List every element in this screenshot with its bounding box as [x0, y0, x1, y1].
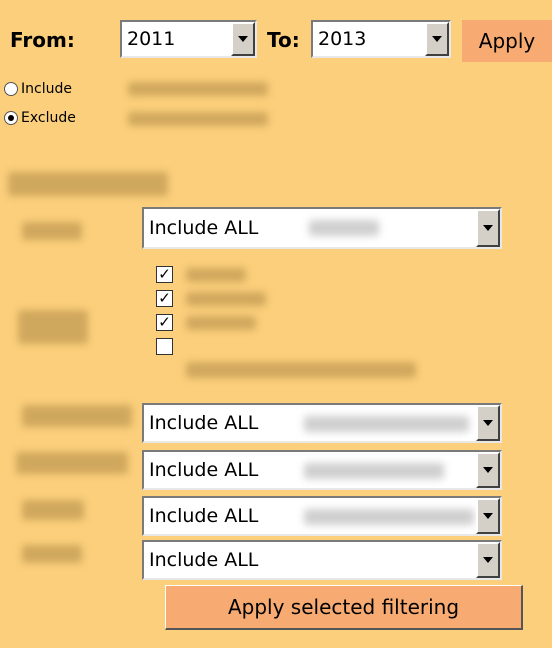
- chevron-down-icon[interactable]: [476, 452, 500, 488]
- redacted-section-heading: [8, 172, 168, 196]
- checkbox-3[interactable]: ✓: [156, 314, 173, 331]
- filter-select-4[interactable]: Include ALL: [142, 496, 502, 536]
- redacted-filter-label: [22, 405, 132, 427]
- redacted-text: [128, 112, 268, 126]
- chevron-down-icon[interactable]: [476, 542, 500, 578]
- redacted-filter-label: [18, 310, 88, 344]
- filter-select-4-value: Include ALL: [149, 505, 259, 527]
- filter-select-1-value: Include ALL: [149, 217, 259, 239]
- from-label: From:: [10, 28, 75, 52]
- include-option[interactable]: Include: [4, 79, 72, 99]
- exclude-option[interactable]: Exclude: [4, 108, 76, 128]
- apply-selected-filtering-button[interactable]: Apply selected filtering: [165, 585, 523, 630]
- chevron-down-icon[interactable]: [476, 498, 500, 534]
- filter-select-5[interactable]: Include ALL: [142, 540, 502, 580]
- filter-select-2-value: Include ALL: [149, 412, 259, 434]
- checkbox-1[interactable]: ✓: [156, 266, 173, 283]
- filter-select-2[interactable]: Include ALL: [142, 403, 502, 443]
- exclude-label: Exclude: [21, 110, 76, 126]
- chevron-down-icon[interactable]: [231, 22, 255, 56]
- include-label: Include: [21, 81, 72, 97]
- redacted-filter-label: [16, 452, 128, 474]
- from-year-value: 2011: [127, 28, 176, 50]
- filter-select-1[interactable]: Include ALL: [142, 207, 502, 249]
- redacted-option: [186, 316, 256, 330]
- chevron-down-icon[interactable]: [476, 209, 500, 247]
- include-radio[interactable]: [4, 82, 18, 96]
- redacted-option: [186, 268, 246, 282]
- to-year-value: 2013: [318, 28, 367, 50]
- filter-select-3-value: Include ALL: [149, 459, 259, 481]
- redacted-filter-label: [22, 545, 82, 563]
- filter-select-5-value: Include ALL: [149, 549, 259, 571]
- redacted-value: [304, 463, 444, 479]
- redacted-filter-label: [22, 500, 84, 520]
- apply-button[interactable]: Apply: [462, 20, 552, 62]
- redacted-value: [304, 509, 474, 525]
- exclude-radio[interactable]: [4, 111, 18, 125]
- redacted-option: [186, 292, 266, 306]
- redacted-value: [304, 416, 469, 432]
- checkbox-2[interactable]: ✓: [156, 290, 173, 307]
- to-label: To:: [267, 28, 300, 52]
- to-year-select[interactable]: 2013: [311, 20, 451, 58]
- chevron-down-icon[interactable]: [476, 405, 500, 441]
- chevron-down-icon[interactable]: [425, 22, 449, 56]
- redacted-text: [128, 82, 268, 96]
- checkbox-4[interactable]: [156, 338, 173, 355]
- from-year-select[interactable]: 2011: [120, 20, 257, 58]
- redacted-value: [309, 220, 379, 236]
- redacted-option: [186, 362, 416, 378]
- redacted-filter-label: [22, 222, 82, 240]
- filter-select-3[interactable]: Include ALL: [142, 450, 502, 490]
